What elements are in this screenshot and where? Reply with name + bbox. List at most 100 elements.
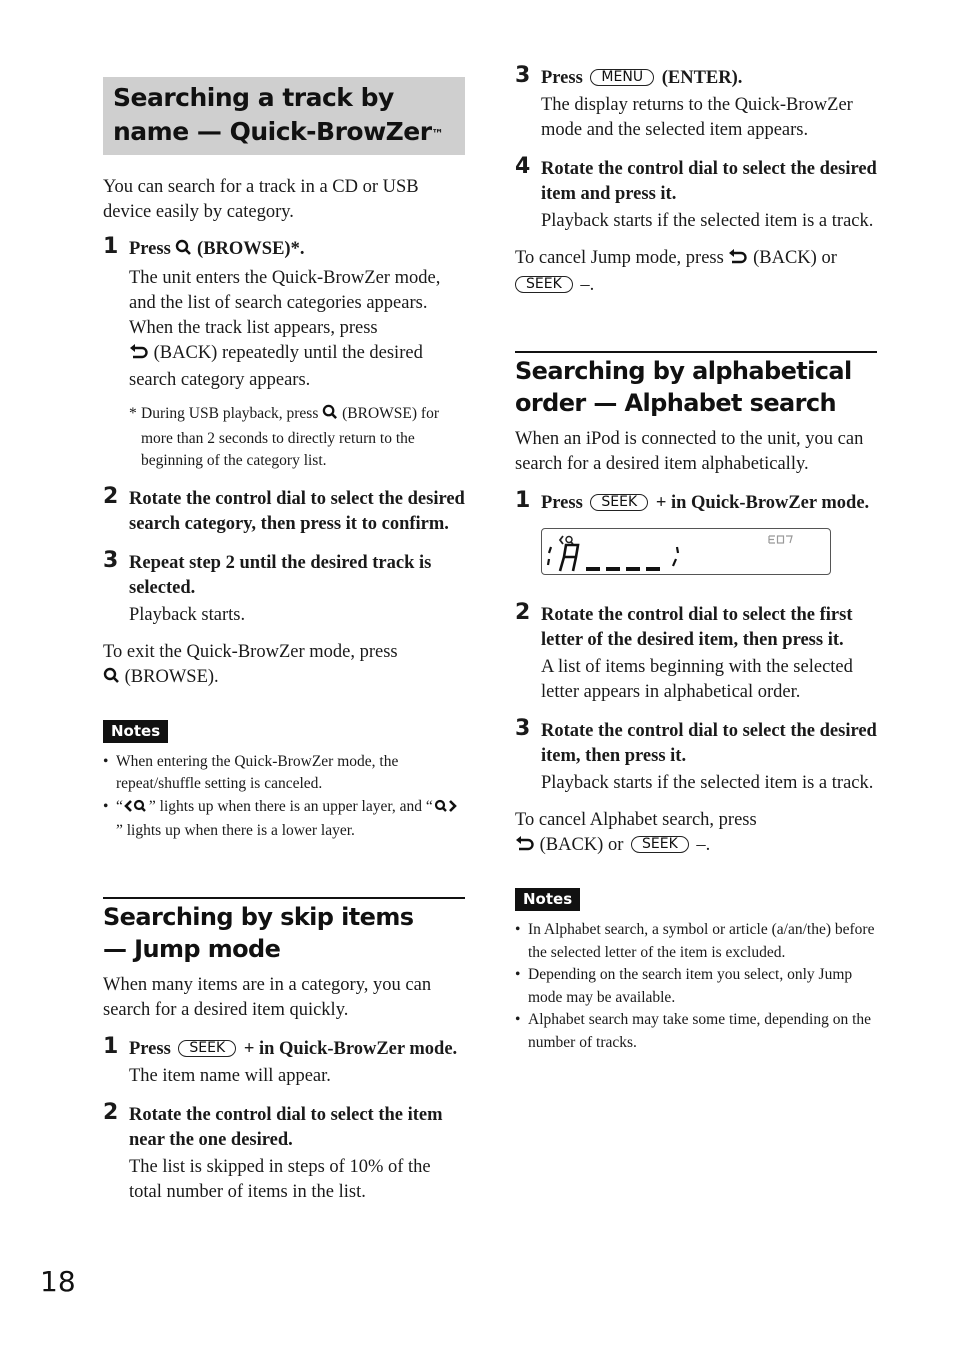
seek-key-label: SEEK — [515, 276, 573, 293]
paragraph-text: –. — [696, 835, 711, 855]
paragraph-text: –. — [580, 275, 595, 295]
bullet: • — [515, 966, 521, 983]
step-title-text: Press — [541, 493, 583, 513]
paragraph-text: To cancel Alphabet search, press — [515, 810, 757, 830]
step-3: 3 Repeat step 2 until the desired track … — [103, 548, 465, 628]
step-body: The item name will appear. — [129, 1065, 331, 1086]
note-text: ” lights up when there is an upper layer… — [148, 797, 433, 815]
step-body: When the track list appears, press (BACK… — [129, 316, 465, 393]
step-number: 4 — [515, 154, 531, 179]
step-1: 1 Press SEEK + in Quick-BrowZer mode. Th… — [103, 1033, 465, 1089]
heading-line: name — Quick-BrowZer — [113, 117, 432, 146]
paragraph-text: To cancel Jump mode, press — [515, 248, 724, 268]
step-4: 4 Rotate the control dial to select the … — [515, 154, 877, 234]
heading-line: order — Alphabet search — [515, 389, 837, 417]
bullet: • — [515, 921, 521, 938]
step-number: 2 — [103, 1099, 119, 1125]
heading-line: Searching by alphabetical — [515, 357, 852, 385]
step-body: The list is skipped in steps of 10% of t… — [129, 1156, 431, 1202]
step-number: 1 — [515, 488, 531, 513]
bullet: • — [103, 797, 109, 815]
step-body: Playback starts. — [129, 604, 246, 625]
note-text: Depending on the search item you select,… — [528, 966, 853, 1006]
step-2: 2 Rotate the control dial to select the … — [103, 1099, 465, 1205]
eq-indicator — [768, 531, 794, 549]
lcd-segment-text — [546, 541, 696, 578]
section-intro: When many items are in a category, you c… — [103, 974, 432, 1020]
note-text: In Alphabet search, a symbol or article … — [528, 921, 875, 961]
seek-key-label: SEEK — [178, 1039, 237, 1057]
note-text: ” lights up when there is a lower layer. — [116, 822, 355, 839]
step-number: 3 — [515, 63, 531, 88]
step-title-text: + in Quick-BrowZer mode. — [243, 1038, 458, 1059]
notes-list: • In Alphabet search, a symbol or articl… — [515, 919, 877, 1054]
step-2: 2 Rotate the control dial to select the … — [515, 600, 877, 705]
step-body: Playback starts if the selected item is … — [541, 773, 874, 793]
note-item: • Depending on the search item you selec… — [515, 964, 877, 1009]
note-text: “ — [116, 797, 123, 815]
step-title: Press SEEK + in Quick-BrowZer mode. — [129, 1037, 465, 1062]
notes-list: • When entering the Quick-BrowZer mode, … — [103, 751, 465, 843]
paragraph-text: To exit the Quick-BrowZer mode, press — [103, 641, 398, 662]
back-icon — [728, 248, 748, 273]
seek-key-label: SEEK — [590, 494, 649, 511]
step-number: 2 — [515, 600, 531, 625]
cancel-alphabet-instructions: To cancel Alphabet search, press (BACK) … — [515, 808, 877, 860]
step-title-text: Press — [129, 239, 171, 259]
step-title-text: Press — [541, 68, 583, 88]
step-title: Rotate the control dial to select the de… — [129, 488, 465, 534]
step-title: Press MENU (ENTER). — [541, 66, 877, 91]
step-title-text: (BROWSE)*. — [197, 239, 305, 259]
step-body: A list of items beginning with the selec… — [541, 657, 853, 702]
note-item: • Alphabet search may take some time, de… — [515, 1009, 877, 1054]
cancel-jump-instructions: To cancel Jump mode, press (BACK) or SEE… — [515, 246, 877, 298]
step-number: 3 — [515, 716, 531, 741]
step-number: 1 — [103, 1033, 119, 1059]
step-1: 1 Press SEEK + in Quick-BrowZer mode. — [515, 488, 877, 516]
left-column: Searching a track by name — Quick-BrowZe… — [103, 77, 465, 1205]
exit-instructions: To exit the Quick-BrowZer mode, press (B… — [103, 640, 465, 692]
footnote: * During USB playback, press (BROWSE) fo… — [129, 403, 465, 473]
footnote-marker: * — [129, 405, 137, 422]
step-title-text: Press — [129, 1038, 171, 1059]
step-title: Repeat step 2 until the desired track is… — [129, 552, 432, 598]
step-title: Rotate the control dial to select the de… — [541, 159, 877, 204]
step-title: Rotate the control dial to select the de… — [541, 721, 877, 766]
paragraph-text: (BACK) or — [753, 248, 837, 268]
step-title-text: + in Quick-BrowZer mode. — [655, 493, 870, 513]
note-item: • “ ” lights up when there is an upper la… — [103, 796, 465, 843]
browse-search-icon — [322, 404, 338, 428]
step-title: Press SEEK + in Quick-BrowZer mode. — [541, 491, 877, 516]
step-3: 3 Press MENU (ENTER). The display return… — [515, 63, 877, 143]
bullet: • — [103, 752, 109, 770]
heading-line: Searching by skip items — [103, 902, 414, 931]
note-item: • When entering the Quick-BrowZer mode, … — [103, 751, 465, 796]
step-1: 1 Press (BROWSE)*. The unit enters the Q… — [103, 234, 465, 393]
notes-badge: Notes — [103, 719, 169, 743]
step-2: 2 Rotate the control dial to select the … — [103, 484, 465, 537]
step-title: Rotate the control dial to select the it… — [129, 1104, 443, 1150]
step-body: Playback starts if the selected item is … — [541, 211, 874, 231]
section-heading-jump-mode: Searching by skip items — Jump mode — [103, 896, 465, 965]
paragraph-text: (BROWSE). — [124, 666, 219, 687]
menu-key-label: MENU — [590, 69, 655, 86]
step-title-text: (ENTER). — [661, 68, 743, 88]
step-body: The unit enters the Quick-BrowZer mode, … — [129, 268, 441, 313]
section-intro: You can search for a track in a CD or US… — [103, 177, 419, 222]
browse-search-icon — [175, 239, 192, 264]
note-item: • In Alphabet search, a symbol or articl… — [515, 919, 877, 964]
section-heading-quick-browzer: Searching a track by name — Quick-BrowZe… — [103, 77, 465, 155]
bullet: • — [515, 1011, 521, 1028]
trademark-symbol: ™ — [431, 127, 444, 141]
back-icon — [515, 835, 535, 860]
heading-line: Searching a track by — [113, 83, 394, 112]
seek-key-label: SEEK — [631, 836, 689, 853]
page-number: 18 — [40, 1265, 76, 1298]
note-text: When entering the Quick-BrowZer mode, th… — [116, 752, 399, 793]
browse-search-icon — [103, 667, 120, 692]
section-intro: When an iPod is connected to the unit, y… — [515, 429, 864, 474]
upper-layer-icon — [123, 798, 149, 821]
right-column: 3 Press MENU (ENTER). The display return… — [515, 63, 877, 1054]
step-body: The display returns to the Quick-BrowZer… — [541, 95, 853, 140]
paragraph-text: (BACK) or — [539, 835, 624, 855]
